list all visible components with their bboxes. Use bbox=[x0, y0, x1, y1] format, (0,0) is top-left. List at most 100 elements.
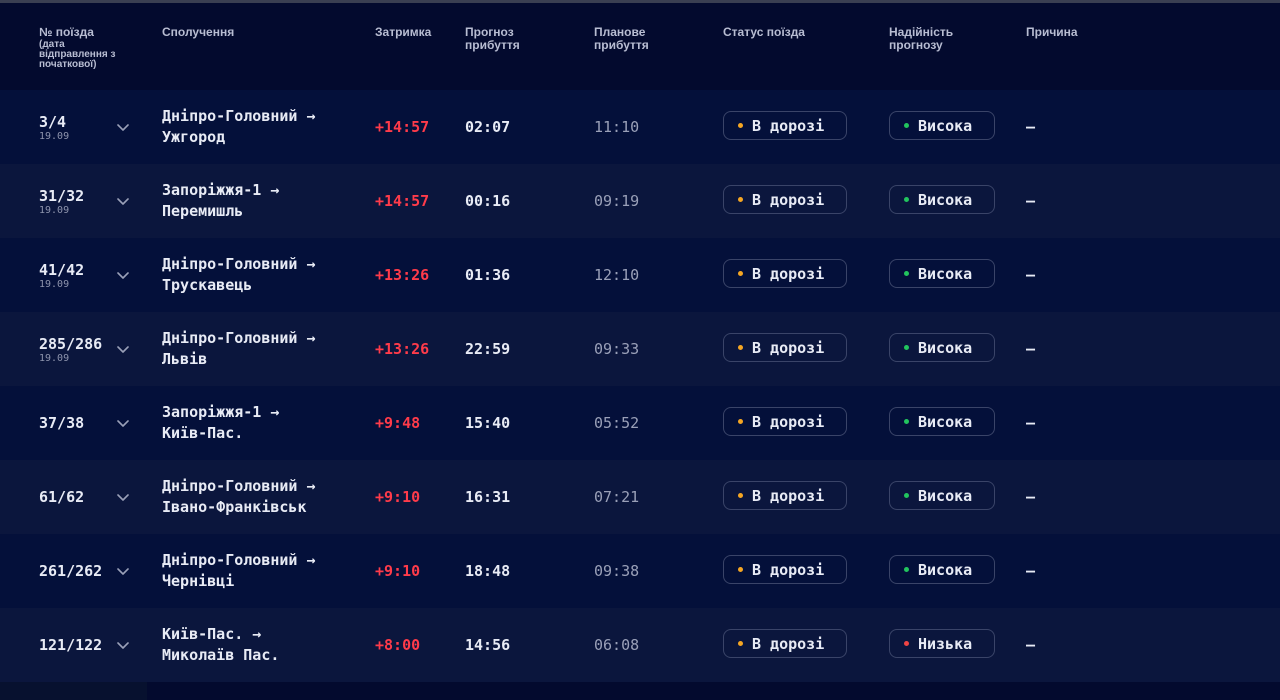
chevron-down-icon[interactable] bbox=[115, 267, 131, 283]
table-row[interactable]: 61/62 Дніпро-Головний → Івано-Франківськ… bbox=[0, 460, 1280, 534]
reliability-label: Висока bbox=[918, 190, 973, 209]
reliability-badge: Висока bbox=[889, 111, 995, 140]
header-train-number-label: № поїзда bbox=[39, 25, 94, 39]
train-cell: 37/38 bbox=[39, 386, 84, 460]
route-to: Івано-Франківськ bbox=[162, 498, 307, 516]
route-to: Чернівці bbox=[162, 572, 235, 590]
delay-value: +13:26 bbox=[375, 266, 430, 284]
route-cell: Запоріжжя-1 → Перемишль bbox=[162, 164, 279, 238]
reason-value: — bbox=[1026, 192, 1036, 210]
table-row[interactable]: 285/286 19.09 Дніпро-Головний → Львів +1… bbox=[0, 312, 1280, 386]
route-from: Дніпро-Головний → bbox=[162, 107, 316, 125]
reason-value: — bbox=[1026, 340, 1036, 358]
forecast-arrival: 00:16 bbox=[465, 192, 511, 210]
planned-arrival: 09:38 bbox=[594, 562, 640, 580]
route-cell: Дніпро-Головний → Трускавець bbox=[162, 238, 316, 312]
status-badge: В дорозі bbox=[723, 555, 847, 584]
route-from: Київ-Пас. → bbox=[162, 625, 262, 643]
forecast-arrival: 22:59 bbox=[465, 340, 511, 358]
status-label: В дорозі bbox=[752, 190, 825, 209]
header-route: Сполучення bbox=[162, 25, 235, 39]
route-from: Дніпро-Головний → bbox=[162, 477, 316, 495]
delay-value: +9:10 bbox=[375, 562, 421, 580]
table-row[interactable]: 121/122 Київ-Пас. → Миколаїв Пас. +8:00 … bbox=[0, 608, 1280, 682]
table-row[interactable]: 41/42 19.09 Дніпро-Головний → Трускавець… bbox=[0, 238, 1280, 312]
train-cell: 121/122 bbox=[39, 608, 102, 682]
status-badge: В дорозі bbox=[723, 333, 847, 362]
planned-arrival: 09:33 bbox=[594, 340, 640, 358]
reliability-label: Висока bbox=[918, 412, 973, 431]
header-reason: Причина bbox=[1026, 25, 1078, 39]
reliability-badge: Низька bbox=[889, 629, 995, 658]
reason-value: — bbox=[1026, 562, 1036, 580]
reliability-badge: Висока bbox=[889, 259, 995, 288]
reliability-label: Висока bbox=[918, 116, 973, 135]
route-to: Миколаїв Пас. bbox=[162, 646, 280, 664]
delay-value: +9:48 bbox=[375, 414, 421, 432]
train-number: 285/286 bbox=[39, 334, 103, 353]
status-label: В дорозі bbox=[752, 486, 825, 505]
status-badge: В дорозі bbox=[723, 185, 847, 214]
table-row[interactable]: 261/262 Дніпро-Головний → Чернівці +9:10… bbox=[0, 534, 1280, 608]
chevron-down-icon[interactable] bbox=[115, 119, 131, 135]
train-number: 3/4 bbox=[39, 112, 67, 131]
reason-value: — bbox=[1026, 488, 1036, 506]
footer-tab bbox=[0, 682, 147, 700]
train-number: 37/38 bbox=[39, 414, 85, 432]
reliability-badge: Висока bbox=[889, 555, 995, 584]
reason-value: — bbox=[1026, 118, 1036, 136]
table-row[interactable]: 31/32 19.09 Запоріжжя-1 → Перемишль +14:… bbox=[0, 164, 1280, 238]
reliability-dot-icon bbox=[904, 641, 909, 646]
table-row[interactable]: 3/4 19.09 Дніпро-Головний → Ужгород +14:… bbox=[0, 90, 1280, 164]
reliability-badge: Висока bbox=[889, 185, 995, 214]
route-to: Київ-Пас. bbox=[162, 424, 244, 442]
train-number: 61/62 bbox=[39, 488, 85, 506]
reliability-label: Висока bbox=[918, 560, 973, 579]
status-dot-icon bbox=[738, 567, 743, 572]
train-table-body: 3/4 19.09 Дніпро-Головний → Ужгород +14:… bbox=[0, 90, 1280, 682]
status-label: В дорозі bbox=[752, 338, 825, 357]
train-number: 261/262 bbox=[39, 562, 103, 580]
chevron-down-icon[interactable] bbox=[115, 489, 131, 505]
table-row[interactable]: 37/38 Запоріжжя-1 → Київ-Пас. +9:48 15:4… bbox=[0, 386, 1280, 460]
status-label: В дорозі bbox=[752, 560, 825, 579]
forecast-arrival: 01:36 bbox=[465, 266, 511, 284]
route-from: Дніпро-Головний → bbox=[162, 329, 316, 347]
delay-value: +14:57 bbox=[375, 192, 430, 210]
delay-value: +9:10 bbox=[375, 488, 421, 506]
delay-value: +8:00 bbox=[375, 636, 421, 654]
reason-value: — bbox=[1026, 636, 1036, 654]
planned-arrival: 05:52 bbox=[594, 414, 640, 432]
planned-arrival: 11:10 bbox=[594, 118, 640, 136]
header-train-number-sub: (дата відправлення з початкової) bbox=[39, 39, 116, 70]
reliability-badge: Висока bbox=[889, 481, 995, 510]
departure-date: 19.09 bbox=[39, 204, 70, 216]
status-dot-icon bbox=[738, 271, 743, 276]
reliability-dot-icon bbox=[904, 419, 909, 424]
chevron-down-icon[interactable] bbox=[115, 341, 131, 357]
status-badge: В дорозі bbox=[723, 407, 847, 436]
chevron-down-icon[interactable] bbox=[115, 193, 131, 209]
route-to: Ужгород bbox=[162, 128, 226, 146]
departure-date: 19.09 bbox=[39, 352, 70, 364]
forecast-arrival: 18:48 bbox=[465, 562, 511, 580]
chevron-down-icon[interactable] bbox=[115, 563, 131, 579]
route-to: Перемишль bbox=[162, 202, 244, 220]
route-cell: Дніпро-Головний → Івано-Франківськ bbox=[162, 460, 316, 534]
train-number: 41/42 bbox=[39, 260, 85, 279]
train-cell: 61/62 bbox=[39, 460, 84, 534]
status-dot-icon bbox=[738, 493, 743, 498]
status-label: В дорозі bbox=[752, 264, 825, 283]
departure-date: 19.09 bbox=[39, 130, 70, 142]
train-cell: 261/262 bbox=[39, 534, 102, 608]
header-planned: Планове прибуття bbox=[594, 25, 649, 52]
reliability-dot-icon bbox=[904, 271, 909, 276]
chevron-down-icon[interactable] bbox=[115, 637, 131, 653]
table-header: № поїзда (дата відправлення з початкової… bbox=[0, 3, 1280, 90]
chevron-down-icon[interactable] bbox=[115, 415, 131, 431]
reliability-dot-icon bbox=[904, 345, 909, 350]
route-to: Трускавець bbox=[162, 276, 253, 294]
reliability-label: Висока bbox=[918, 264, 973, 283]
reliability-badge: Висока bbox=[889, 407, 995, 436]
planned-arrival: 06:08 bbox=[594, 636, 640, 654]
